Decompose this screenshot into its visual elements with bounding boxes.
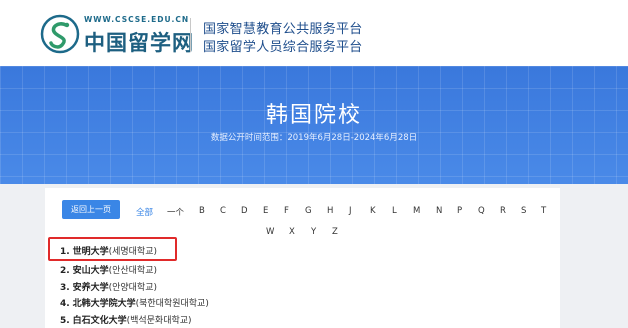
data-range-subtitle: 数据公开时间范围：2019年6月28日-2024年6月28日: [210, 133, 418, 143]
filter-letter-q[interactable]: Q: [478, 206, 485, 216]
filter-letter-k[interactable]: K: [370, 206, 376, 216]
filter-letter-f[interactable]: F: [284, 206, 289, 216]
back-button[interactable]: 返回上一页: [62, 200, 120, 219]
school-name-kr: (북한대학원대학교): [135, 299, 209, 309]
filter-letter-h[interactable]: H: [327, 206, 333, 216]
school-name-cn: 安养大学: [72, 283, 109, 293]
site-header: WWW.CSCSE.EDU.CN 中国留学网 国家智慧教育公共服务平台 国家留学…: [0, 0, 628, 66]
school-list-item[interactable]: 2. 安山大学(안산대학교): [60, 263, 157, 276]
school-name-cn: 安山大学: [72, 266, 109, 276]
filter-letter-d[interactable]: D: [241, 206, 248, 216]
logo-name-text[interactable]: 中国留学网: [84, 27, 194, 57]
filter-letter-t[interactable]: T: [541, 206, 546, 216]
filter-letter-y[interactable]: Y: [311, 227, 316, 237]
header-divider: [190, 18, 191, 52]
highlight-annotation-box: [48, 237, 177, 261]
school-name-kr: (백석문화대학교): [126, 316, 192, 326]
filter-letter-g[interactable]: G: [305, 206, 312, 216]
school-number: 4.: [60, 299, 70, 309]
filter-letter-j[interactable]: J: [349, 206, 352, 216]
filter-letter-m[interactable]: M: [413, 206, 420, 216]
filter-letter-r[interactable]: R: [500, 206, 506, 216]
filter-letter-p[interactable]: P: [457, 206, 462, 216]
school-name-kr: (안산대학교): [108, 266, 158, 276]
school-name-kr: (안양대학교): [108, 283, 158, 293]
school-list-item[interactable]: 4. 北韩大学院大学(북한대학원대학교): [60, 296, 209, 309]
school-number: 5.: [60, 316, 70, 326]
filter-letter-n[interactable]: N: [436, 206, 442, 216]
cscse-logo-icon[interactable]: [40, 14, 80, 54]
filter-all[interactable]: 全部: [136, 206, 153, 218]
filter-letter-c[interactable]: C: [220, 206, 226, 216]
school-name-cn: 白石文化大学: [72, 316, 127, 326]
school-number: 2.: [60, 266, 70, 276]
page-title: 韩国院校: [265, 103, 362, 128]
school-name-cn: 北韩大学院大学: [72, 299, 136, 309]
filter-letter-w[interactable]: W: [266, 227, 274, 237]
platform-name-2[interactable]: 国家留学人员综合服务平台: [203, 36, 363, 55]
logo-url-text: WWW.CSCSE.EDU.CN: [84, 15, 190, 24]
filter-letter-b[interactable]: B: [199, 206, 205, 216]
school-number: 3.: [60, 283, 70, 293]
filter-letter-s[interactable]: S: [521, 206, 526, 216]
filter-letter-x[interactable]: X: [289, 227, 295, 237]
school-list-item[interactable]: 5. 白石文化大学(백석문화대학교): [60, 313, 192, 326]
filter-letter-l[interactable]: L: [392, 206, 397, 216]
filter-letter-z[interactable]: Z: [332, 227, 338, 237]
filter-dash[interactable]: 一个: [167, 206, 184, 218]
school-list-item[interactable]: 3. 安养大学(안양대학교): [60, 280, 157, 293]
filter-letter-e[interactable]: E: [263, 206, 268, 216]
platform-name-1[interactable]: 国家智慧教育公共服务平台: [203, 18, 363, 37]
